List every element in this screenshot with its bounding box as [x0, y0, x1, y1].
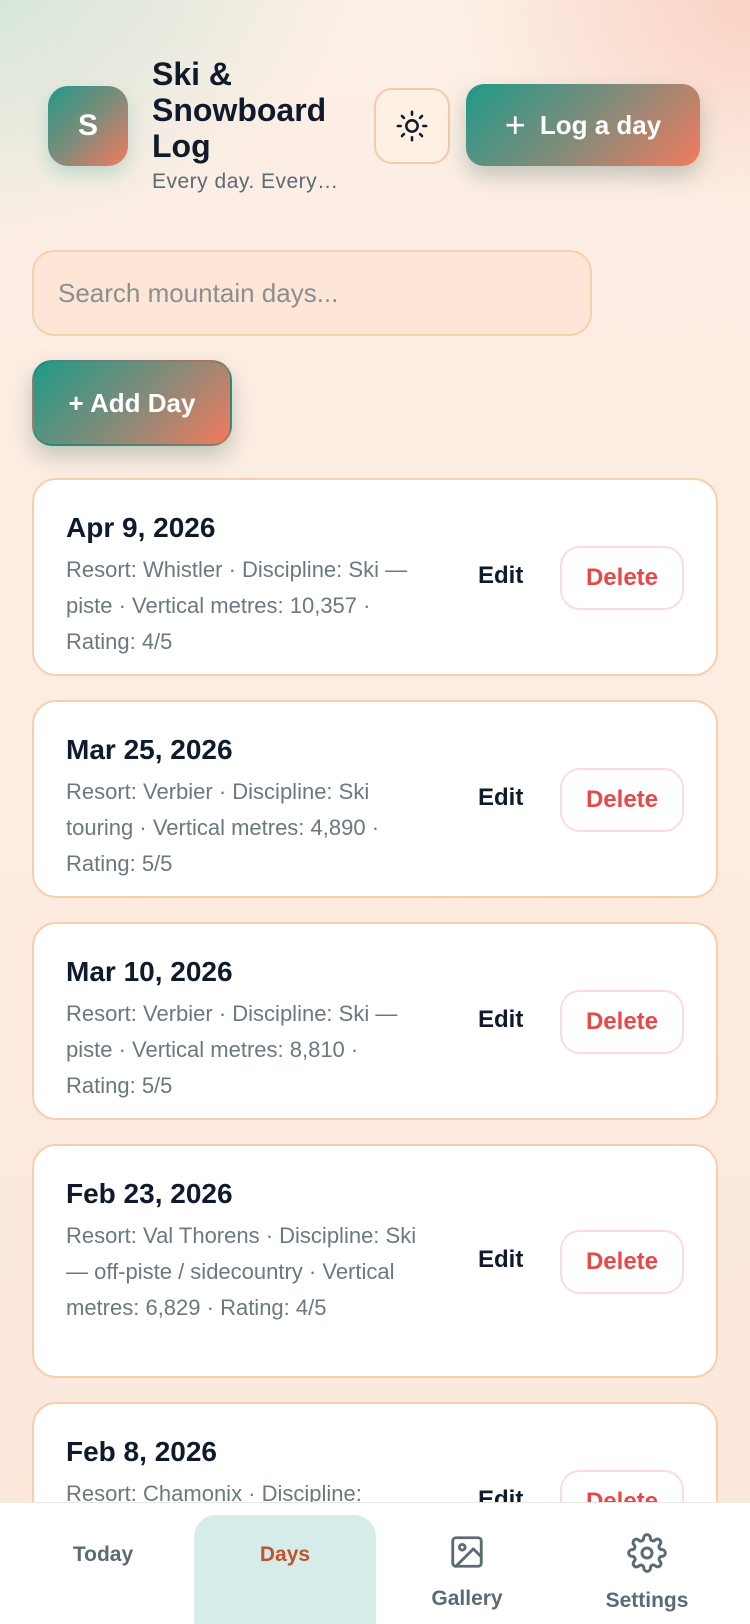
edit-button[interactable]: Edit	[478, 784, 523, 812]
add-day-button[interactable]: + Add Day	[32, 360, 232, 446]
nav-tab-label: Today	[72, 1543, 134, 1566]
log-a-day-label: Log a day	[539, 109, 662, 140]
day-card[interactable]: Feb 23, 2026 Resort: Val Thorens · Disci…	[32, 1144, 718, 1378]
day-details: Resort: Verbier · Discipline: Ski tourin…	[66, 779, 380, 876]
day-details: Resort: Whistler · Discipline: Ski — pis…	[66, 557, 408, 654]
nav-tab-settings[interactable]: Settings	[556, 1503, 738, 1624]
app-title: Ski & Snowboard Log	[152, 56, 327, 164]
day-card[interactable]: Feb 8, 2026 Resort: Chamonix · Disciplin…	[32, 1402, 718, 1502]
day-details: Resort: Chamonix · Discipline:	[66, 1481, 362, 1502]
nav-tab-today[interactable]: Today	[12, 1503, 194, 1624]
edit-button[interactable]: Edit	[478, 1486, 523, 1502]
day-date: Feb 23, 2026	[66, 1178, 233, 1209]
edit-button[interactable]: Edit	[478, 1246, 523, 1274]
nav-tab-label: Days	[259, 1543, 311, 1566]
day-card[interactable]: Mar 25, 2026 Resort: Verbier · Disciplin…	[32, 700, 718, 898]
edit-button[interactable]: Edit	[478, 1006, 523, 1034]
title-block: Ski & Snowboard Log Every day. Every…	[152, 56, 362, 194]
edit-button[interactable]: Edit	[478, 562, 523, 590]
log-a-day-button[interactable]: + Log a day	[466, 84, 700, 166]
delete-button[interactable]: Delete	[560, 1230, 684, 1294]
day-details: Resort: Val Thorens · Discipline: Ski — …	[66, 1223, 417, 1320]
day-card[interactable]: Apr 9, 2026 Resort: Whistler · Disciplin…	[32, 478, 718, 676]
search-input[interactable]	[32, 250, 592, 336]
day-date: Mar 10, 2026	[66, 956, 233, 987]
days-list: Apr 9, 2026 Resort: Whistler · Disciplin…	[32, 478, 718, 1502]
day-date: Mar 25, 2026	[66, 734, 233, 765]
delete-button[interactable]: Delete	[560, 990, 684, 1054]
app-avatar: S	[48, 86, 128, 166]
delete-button[interactable]: Delete	[560, 546, 684, 610]
day-date: Feb 8, 2026	[66, 1436, 217, 1467]
nav-tab-gallery[interactable]: Gallery	[376, 1503, 558, 1624]
image-icon	[451, 1536, 483, 1568]
day-date: Apr 9, 2026	[66, 512, 216, 543]
gear-icon	[627, 1533, 667, 1573]
app-subtitle: Every day. Every…	[152, 170, 339, 193]
delete-button[interactable]: Delete	[560, 768, 684, 832]
plus-icon: +	[504, 104, 526, 145]
app-header: S Ski & Snowboard Log Every day. Every… …	[48, 56, 704, 196]
delete-button[interactable]: Delete	[560, 1470, 684, 1502]
bottom-nav: Today Days Gallery Settings	[0, 1502, 750, 1624]
day-card[interactable]: Mar 10, 2026 Resort: Verbier · Disciplin…	[32, 922, 718, 1120]
nav-tab-label: Gallery	[431, 1587, 503, 1610]
sun-icon	[396, 110, 428, 142]
day-details: Resort: Verbier · Discipline: Ski — pist…	[66, 1001, 398, 1098]
nav-tab-label: Settings	[605, 1589, 689, 1612]
nav-tab-days[interactable]: Days	[194, 1515, 376, 1624]
theme-toggle-button[interactable]	[374, 88, 450, 164]
